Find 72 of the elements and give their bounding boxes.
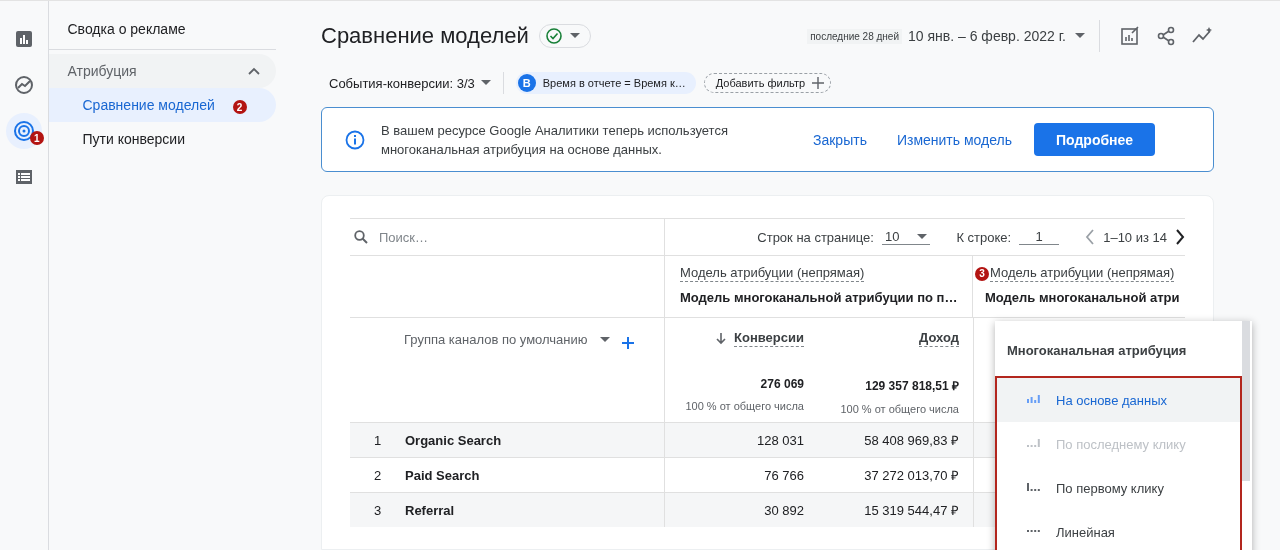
rows-per-page-label: Строк на странице: <box>757 229 874 245</box>
share-icon[interactable] <box>1156 26 1176 46</box>
column-header[interactable]: Конверсии <box>734 330 804 347</box>
table-cell: 58 408 969,83 ₽ <box>818 422 973 457</box>
bar-chart-icon <box>14 30 33 48</box>
column-header[interactable]: Доход <box>919 330 959 347</box>
rail-item[interactable]: 1 <box>5 113 42 149</box>
caret-icon[interactable] <box>599 337 610 343</box>
model-bars-icon <box>1027 395 1040 403</box>
sort-down-arrow-icon[interactable] <box>716 332 727 345</box>
go-to-row-field[interactable]: 1 <box>1019 229 1060 245</box>
menu-option[interactable]: На основе данных <box>997 378 1240 422</box>
row-number: 2 <box>372 467 383 483</box>
scrollbar-thumb[interactable] <box>1242 321 1250 481</box>
menu-heading: Многоканальная атрибуция <box>1006 342 1188 360</box>
total-note: 100 % от общего числа <box>685 400 804 412</box>
nav-item[interactable]: Сводка о рекламе <box>48 11 288 47</box>
filter-chip[interactable]: B Время в отчете = Время к… <box>515 72 696 94</box>
number-badge: 1 <box>29 131 44 145</box>
date-range-picker[interactable]: 10 янв. – 6 февр. 2022 г. <box>908 28 1085 44</box>
chevron-icon <box>248 67 260 75</box>
caret-icon <box>1075 33 1085 39</box>
caret-icon <box>917 233 928 240</box>
list-icon <box>14 169 33 185</box>
table-cell: 128 031 <box>665 422 818 457</box>
edit-chart-icon[interactable] <box>1120 26 1140 46</box>
chip-label: Время в отчете = Время к… <box>542 77 686 89</box>
column-group-label: Модель атрибуции (непрямая) <box>680 265 865 282</box>
info-icon <box>345 129 365 150</box>
menu-option[interactable]: Линейная <box>997 510 1240 550</box>
model-dropdown[interactable]: Модель многоканальной атрибуции по п… <box>680 290 960 305</box>
plus-icon <box>812 77 825 89</box>
table-cell: Referral <box>405 502 455 518</box>
search-icon <box>354 230 368 244</box>
conversions-dropdown[interactable]: События-конверсии: 3/3 <box>321 75 491 91</box>
model-bars-icon <box>1027 439 1040 447</box>
number-badge: 3 <box>975 266 989 281</box>
banner-message: В вашем ресурсе Google Аналитики теперь используется многоканальная атрибуция на основе данных. <box>381 121 729 159</box>
search-bar[interactable]: Поиск… <box>350 218 665 256</box>
chevron-left-icon[interactable] <box>1085 229 1096 245</box>
column-group-label: Модель атрибуции (непрямая) <box>990 265 1175 282</box>
trend-circle-icon <box>13 75 34 95</box>
row-number: 1 <box>372 432 383 448</box>
table-cell: 15 319 544,47 ₽ <box>818 492 973 527</box>
nav-item[interactable]: Пути конверсии <box>48 122 276 156</box>
caret-icon <box>480 80 491 86</box>
rows-per-page-select[interactable]: 10 <box>881 229 931 245</box>
chevron-right-icon[interactable] <box>1175 229 1185 245</box>
banner-link[interactable]: Изменить модель <box>896 131 1013 148</box>
banner-link[interactable]: Закрыть <box>813 131 867 148</box>
target-icon <box>12 120 35 142</box>
letter-avatar: B <box>517 74 536 92</box>
caret-icon <box>569 33 580 39</box>
check-circle-icon <box>545 28 562 44</box>
dimension-selector[interactable]: Группа каналов по умолчанию <box>404 332 588 347</box>
total-note: 100 % от общего числа <box>840 403 959 415</box>
model-bars-icon <box>1027 483 1040 491</box>
add-dimension-icon[interactable] <box>621 337 634 349</box>
row-number: 3 <box>372 502 383 518</box>
date-preset-label: последние 28 дней <box>807 28 902 44</box>
table-cell: Paid Search <box>405 467 480 483</box>
model-dropdown[interactable]: Модель многоканальной атри <box>985 290 1185 305</box>
total-value: 276 069 <box>760 377 804 391</box>
learn-more-button[interactable]: Подробнее <box>1034 123 1156 156</box>
page-title: Сравнение моделей <box>321 23 529 49</box>
table-cell: Organic Search <box>405 432 502 448</box>
go-to-row-label: К строке: <box>956 229 1012 245</box>
page-range: 1–10 из 14 <box>1103 229 1167 245</box>
menu-option[interactable]: По первому клику <box>997 466 1240 510</box>
nav-section[interactable]: Атрибуция <box>48 54 276 88</box>
table-cell: 30 892 <box>665 492 818 527</box>
total-value: 129 357 818,51 ₽ <box>865 378 959 394</box>
